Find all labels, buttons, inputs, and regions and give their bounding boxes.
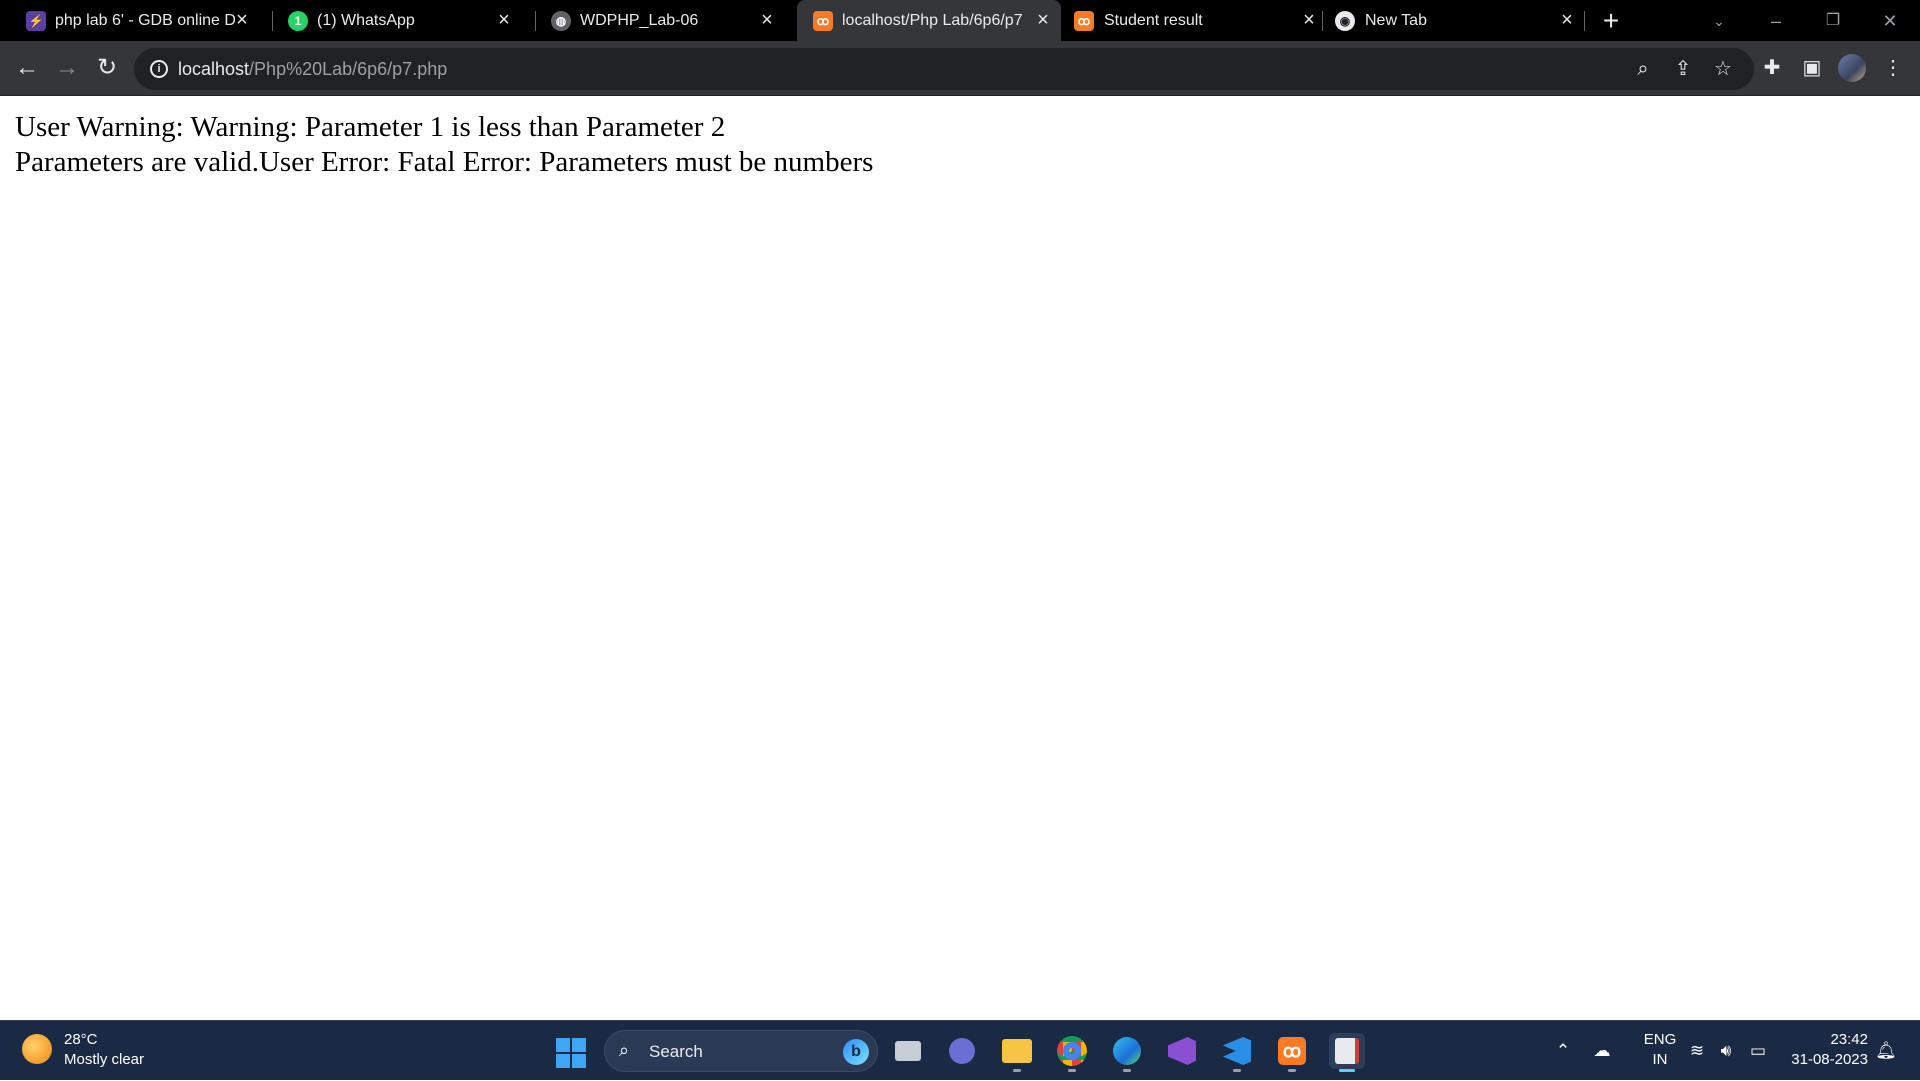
notification-bell-icon[interactable]: 🔔︎ (1874, 1040, 1898, 1062)
running-indicator (1068, 1069, 1076, 1072)
forward-arrow-icon[interactable]: → (51, 52, 83, 84)
xampp-icon[interactable]: ꝏ (1274, 1033, 1310, 1072)
minimize-icon[interactable]: – (1756, 6, 1796, 36)
tab-search-chevron-icon[interactable]: ⌄ (1699, 6, 1739, 36)
close-icon[interactable]: × (1299, 10, 1319, 30)
language-line-1: ENG (1643, 1031, 1677, 1048)
chrome-icon: ◉ (1335, 11, 1355, 31)
vscode-icon[interactable] (1219, 1033, 1255, 1072)
tab-divider (1322, 11, 1323, 31)
snipping-tool-icon[interactable] (1329, 1033, 1365, 1072)
close-icon[interactable]: × (1033, 10, 1053, 30)
tab-title: php lab 6' - GDB online Det (55, 12, 235, 29)
taskbar-search[interactable]: ⌕ Search b (604, 1030, 878, 1072)
search-label: Search (649, 1042, 703, 1061)
share-icon[interactable]: ⇪ (1671, 57, 1695, 81)
more-menu-icon[interactable]: ⋮ (1878, 53, 1908, 83)
xampp-icon: ꝏ (1074, 11, 1094, 31)
show-hidden-icons-chevron-icon[interactable]: ⌃ (1551, 1040, 1575, 1062)
language-line-2: IN (1652, 1051, 1668, 1068)
weather-temperature: 28°C (64, 1031, 98, 1048)
teams-chat-icon[interactable] (944, 1033, 980, 1069)
weather-description: Mostly clear (64, 1051, 145, 1068)
running-indicator (1123, 1069, 1131, 1072)
close-icon[interactable]: × (494, 10, 514, 30)
xampp-icon: ꝏ (813, 11, 833, 31)
running-indicator (1233, 1069, 1241, 1072)
tab-student-result[interactable]: ꝏ Student result × (1064, 0, 1324, 41)
tab-whatsapp[interactable]: 1 (1) WhatsApp × (262, 0, 532, 41)
globe-icon: ◍ (551, 11, 571, 31)
back-arrow-icon[interactable]: ← (11, 52, 43, 84)
close-icon[interactable]: × (232, 10, 252, 30)
volume-icon[interactable]: 🔊︎ (1714, 1040, 1738, 1062)
tab-title: Student result (1104, 12, 1203, 29)
system-clock[interactable]: 23:42 31-08-2023 (1780, 1021, 1868, 1081)
close-icon[interactable]: × (757, 10, 777, 30)
tab-title: (1) WhatsApp (317, 12, 415, 29)
bing-icon[interactable]: b (843, 1039, 869, 1065)
browser-toolbar: ← → ↻ i localhost/Php%20Lab/6p6/p7.php ⌕… (0, 41, 1920, 96)
tab-title: WDPHP_Lab-06 (580, 12, 699, 29)
whatsapp-icon: 1 (288, 11, 308, 31)
error-message: Parameters are valid.User Error: Fatal E… (15, 146, 874, 178)
file-explorer-icon[interactable] (999, 1033, 1035, 1072)
tab-divider (1584, 11, 1585, 31)
gdb-icon: ⚡ (26, 11, 46, 31)
warning-message: User Warning: Warning: Parameter 1 is le… (15, 111, 726, 143)
windows-start-icon[interactable] (556, 1038, 586, 1068)
close-icon[interactable]: × (1557, 10, 1577, 30)
search-icon: ⌕ (619, 1040, 630, 1060)
onedrive-cloud-icon[interactable]: ☁ (1590, 1040, 1614, 1062)
zoom-icon[interactable]: ⌕ (1631, 57, 1655, 81)
language-indicator[interactable]: ENG IN (1635, 1021, 1685, 1081)
restore-icon[interactable]: ❐ (1813, 6, 1853, 36)
windows-taskbar: 28°C Mostly clear ⌕ Search b ꝏ ⌃ ☁ ENG I… (0, 1020, 1920, 1080)
wifi-icon[interactable]: ≋ (1685, 1040, 1709, 1062)
tab-title: New Tab (1365, 12, 1427, 29)
clock-time: 23:42 (1830, 1031, 1868, 1048)
tab-new-tab[interactable]: ◉ New Tab × (1325, 0, 1587, 41)
url-host: localhost (178, 59, 250, 79)
tab-strip: ⚡ php lab 6' - GDB online Det × 1 (1) Wh… (0, 0, 1920, 41)
address-bar[interactable]: i localhost/Php%20Lab/6p6/p7.php ⌕ ⇪ ☆ (134, 48, 1754, 90)
visual-studio-icon[interactable] (1164, 1033, 1200, 1069)
running-indicator (1013, 1069, 1021, 1072)
chrome-icon[interactable] (1054, 1033, 1090, 1072)
page-content: User Warning: Warning: Parameter 1 is le… (0, 97, 1920, 1020)
reload-icon[interactable]: ↻ (91, 52, 123, 84)
clock-date: 31-08-2023 (1791, 1051, 1868, 1068)
task-view-icon[interactable] (890, 1033, 926, 1069)
tab-title: localhost/Php Lab/6p6/p7.p (842, 12, 1022, 29)
extensions-puzzle-icon[interactable]: ✚ (1757, 53, 1787, 83)
moon-cloud-icon (22, 1034, 52, 1064)
close-window-icon[interactable]: ✕ (1870, 6, 1910, 36)
running-indicator (1339, 1069, 1355, 1072)
tab-wdphp[interactable]: ◍ WDPHP_Lab-06 × (525, 0, 795, 41)
edge-icon[interactable] (1109, 1033, 1145, 1072)
profile-avatar[interactable] (1838, 54, 1866, 82)
new-tab-button[interactable]: + (1596, 6, 1626, 36)
url-path: /Php%20Lab/6p6/p7.php (249, 59, 448, 79)
url-text[interactable]: localhost/Php%20Lab/6p6/p7.php (178, 59, 447, 80)
side-panel-icon[interactable]: ▣ (1797, 53, 1827, 83)
bookmark-star-icon[interactable]: ☆ (1711, 57, 1735, 81)
tab-localhost-p7[interactable]: ꝏ localhost/Php Lab/6p6/p7.p × (797, 0, 1061, 41)
battery-icon[interactable]: ▭ (1746, 1040, 1770, 1062)
running-indicator (1288, 1069, 1296, 1072)
site-info-icon[interactable]: i (150, 60, 168, 78)
tab-gdb[interactable]: ⚡ php lab 6' - GDB online Det × (0, 0, 270, 41)
